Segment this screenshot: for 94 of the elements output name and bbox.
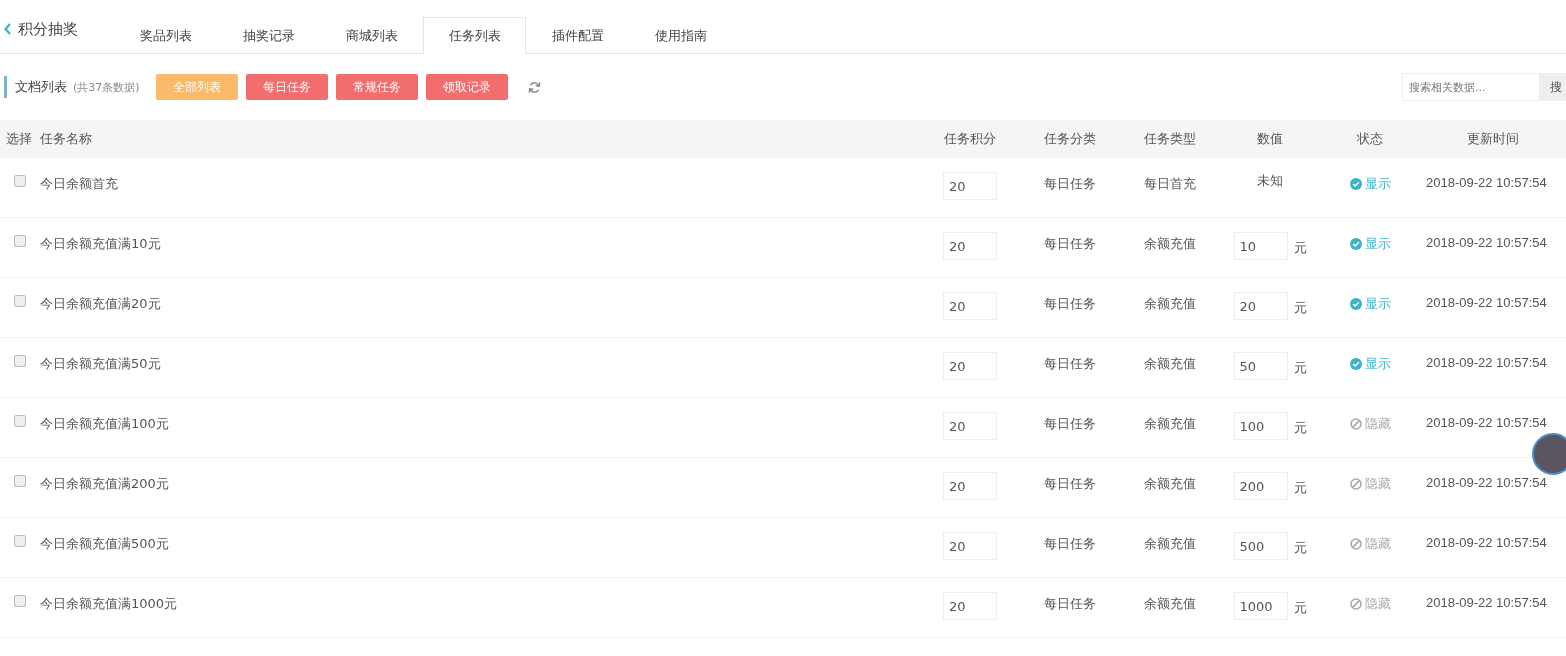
check-circle-icon: [1349, 178, 1362, 190]
unit-label: 元: [1293, 239, 1307, 257]
update-time: 2018-09-22 10:57:54: [1426, 595, 1547, 610]
task-type: 余额充值: [1144, 355, 1196, 373]
points-input[interactable]: 20: [943, 292, 997, 320]
task-type: 余额充值: [1144, 535, 1196, 553]
tab[interactable]: 商城列表: [320, 17, 423, 53]
column-header: 任务分类: [1044, 130, 1096, 148]
tab[interactable]: 抽奖记录: [217, 17, 320, 53]
unit-label: 元: [1293, 539, 1307, 557]
update-time: 2018-09-22 10:57:54: [1426, 475, 1547, 490]
task-name: 今日余额充值满500元: [40, 535, 169, 553]
value-input[interactable]: 200: [1233, 472, 1288, 500]
task-name: 今日余额充值满100元: [40, 415, 169, 433]
value-input[interactable]: 500: [1233, 532, 1288, 560]
column-header: 数值: [1257, 130, 1283, 148]
points-input[interactable]: 20: [943, 352, 997, 380]
task-type: 余额充值: [1144, 235, 1196, 253]
unit-label: 元: [1293, 599, 1307, 617]
column-header: 更新时间: [1467, 130, 1519, 148]
points-input[interactable]: 20: [943, 532, 997, 560]
task-type: 每日首充: [1144, 175, 1196, 193]
ban-icon: [1349, 478, 1362, 490]
tab[interactable]: 使用指南: [629, 17, 732, 53]
tab[interactable]: 插件配置: [526, 17, 629, 53]
task-name: 今日余额充值满1000元: [40, 595, 178, 613]
value-input[interactable]: 1000: [1233, 592, 1288, 620]
points-input[interactable]: 20: [943, 412, 997, 440]
task-category: 每日任务: [1044, 415, 1096, 433]
points-input[interactable]: 20: [943, 592, 997, 620]
check-circle-icon: [1349, 358, 1362, 370]
column-header: 任务类型: [1144, 130, 1196, 148]
check-circle-icon: [1349, 238, 1362, 250]
task-type: 余额充值: [1144, 295, 1196, 313]
task-category: 每日任务: [1044, 475, 1096, 493]
ban-icon: [1349, 538, 1362, 550]
task-category: 每日任务: [1044, 595, 1096, 613]
ban-icon: [1349, 598, 1362, 610]
value-input[interactable]: 50: [1233, 352, 1288, 380]
value-input[interactable]: 20: [1233, 292, 1288, 320]
unit-label: 元: [1293, 299, 1307, 317]
row-checkbox[interactable]: [14, 235, 26, 247]
task-name: 今日余额充值满200元: [40, 475, 169, 493]
row-checkbox[interactable]: [14, 295, 26, 307]
search-field[interactable]: 搜索相关数据...: [1402, 73, 1540, 101]
value-input[interactable]: 100: [1233, 412, 1288, 440]
task-type: 余额充值: [1144, 475, 1196, 493]
row-checkbox[interactable]: [14, 415, 26, 427]
task-category: 每日任务: [1044, 535, 1096, 553]
update-time: 2018-09-22 10:57:54: [1426, 355, 1547, 370]
update-time: 2018-09-22 10:57:54: [1426, 175, 1547, 190]
points-input[interactable]: 20: [943, 232, 997, 260]
row-checkbox[interactable]: [14, 355, 26, 367]
unit-label: 元: [1293, 419, 1307, 437]
page-title: 积分抽奖: [18, 19, 78, 39]
record-count: (共37条数据): [73, 79, 140, 95]
refresh-icon[interactable]: [527, 80, 541, 94]
column-header: 任务积分: [944, 130, 996, 148]
task-name: 今日余额首充: [40, 175, 118, 193]
tab[interactable]: 任务列表: [423, 17, 526, 54]
column-header: 任务名称: [40, 130, 92, 148]
task-category: 每日任务: [1044, 295, 1096, 313]
task-type: 余额充值: [1144, 595, 1196, 613]
task-name: 今日余额充值满50元: [40, 355, 161, 373]
row-checkbox[interactable]: [14, 595, 26, 607]
value-input[interactable]: 10: [1233, 232, 1288, 260]
update-time: 2018-09-22 10:57:54: [1426, 415, 1547, 430]
update-time: 2018-09-22 10:57:54: [1426, 295, 1547, 310]
row-checkbox[interactable]: [14, 535, 26, 547]
avatar-circle[interactable]: [1532, 433, 1566, 475]
row-checkbox[interactable]: [14, 475, 26, 487]
task-category: 每日任务: [1044, 235, 1096, 253]
update-time: 2018-09-22 10:57:54: [1426, 235, 1547, 250]
unit-label: 元: [1293, 359, 1307, 377]
list-title: 文档列表: [15, 78, 67, 96]
task-name: 今日余额充值满10元: [40, 235, 161, 253]
back-chevron-icon: [4, 23, 12, 35]
check-circle-icon: [1349, 298, 1362, 310]
points-input[interactable]: 20: [943, 172, 997, 200]
task-type: 余额充值: [1144, 415, 1196, 433]
tab[interactable]: 奖品列表: [114, 17, 217, 53]
search-button[interactable]: 搜: [1540, 73, 1566, 101]
ban-icon: [1349, 418, 1362, 430]
task-name: 今日余额充值满20元: [40, 295, 161, 313]
update-time: 2018-09-22 10:57:54: [1426, 535, 1547, 550]
column-header: 选择: [6, 130, 32, 148]
row-checkbox[interactable]: [14, 175, 26, 187]
points-input[interactable]: 20: [943, 472, 997, 500]
column-header: 状态: [1357, 130, 1383, 148]
task-category: 每日任务: [1044, 175, 1096, 193]
task-category: 每日任务: [1044, 355, 1096, 373]
unit-label: 元: [1293, 479, 1307, 497]
value-text: 未知: [1257, 172, 1283, 190]
back-link[interactable]: 积分抽奖: [4, 11, 78, 47]
